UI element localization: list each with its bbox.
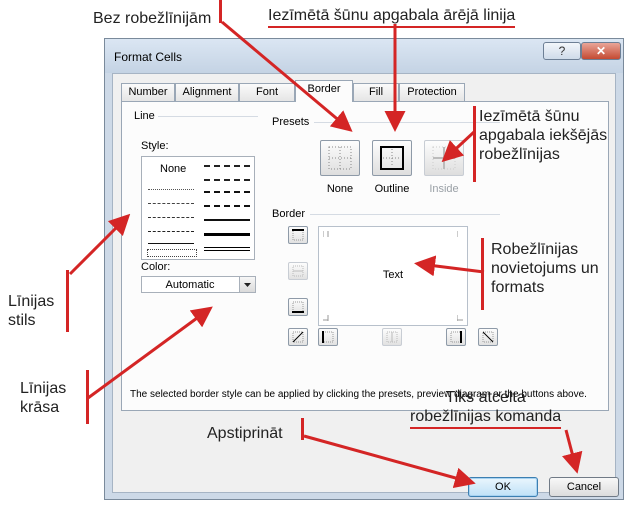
annotation-outline: Iezīmētā šūnu apgabala ārējā linija	[268, 6, 516, 28]
annotation-style-line: Līnijas	[8, 293, 55, 310]
annotation-inside: Iezīmētā šūnu apgabala iekšējās robežlīn…	[479, 107, 607, 164]
bar-line-style	[66, 270, 69, 332]
annotation-style-line: stils	[8, 312, 36, 329]
bar-no-borders	[219, 0, 222, 23]
annotation-line-color: Līnijas krāsa	[20, 379, 66, 417]
annotation-confirm: Apstiprināt	[207, 425, 283, 442]
annotation-inside-line: apgabala iekšējās	[479, 127, 608, 144]
bar-inside	[473, 106, 476, 182]
bar-line-color	[86, 370, 89, 424]
bar-border-position	[481, 238, 484, 310]
annotation-inside-line: robežlīnijas	[479, 146, 560, 163]
annotation-no-borders: Bez robežlīnijām	[93, 10, 212, 27]
annotation-color-line: krāsa	[20, 399, 60, 416]
annotation-cancel-line: Tiks atcelta	[445, 389, 526, 406]
annotation-cancel-line: robežlīnijas komanda	[410, 408, 562, 425]
annotation-position-line: Robežlīnijas	[491, 241, 579, 258]
annotation-border-position: Robežlīnijas novietojums un formats	[491, 240, 599, 297]
annotation-position-line: novietojums un	[491, 260, 599, 277]
annotation-color-line: Līnijas	[20, 380, 67, 397]
bar-confirm	[301, 418, 304, 440]
annotation-cancel: Tiks atcelta robežlīnijas komanda	[410, 388, 562, 429]
annotation-line-style: Līnijas stils	[8, 292, 54, 330]
annotation-inside-line: Iezīmētā šūnu	[479, 108, 580, 125]
annotation-position-line: formats	[491, 279, 545, 296]
